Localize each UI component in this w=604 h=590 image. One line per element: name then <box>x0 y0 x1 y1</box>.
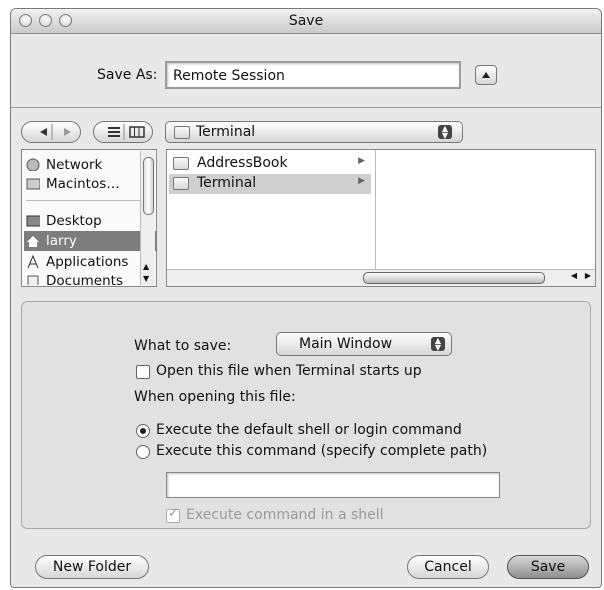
popup-stepper-icon: ▲ ▼ <box>431 337 445 352</box>
collapse-browser-button[interactable] <box>475 65 497 85</box>
sidebar-item-larry[interactable]: larry <box>24 231 157 251</box>
folder-icon <box>174 126 190 139</box>
radio-dot <box>140 428 146 434</box>
sidebar-item-applications[interactable]: Applications <box>24 252 128 272</box>
documents-icon <box>27 275 39 285</box>
popup-stepper-icon: ▲ ▼ <box>438 125 452 140</box>
title-bar: Save <box>11 9 601 34</box>
column-view-icon[interactable] <box>129 126 145 138</box>
open-on-start-label: Open this file when Terminal starts up <box>156 363 422 379</box>
folder-icon <box>173 177 189 190</box>
radio-default-shell-label: Execute the default shell or login comma… <box>156 422 462 438</box>
hard-disk-icon <box>26 178 40 190</box>
sidebar-item-label: Network <box>46 157 103 173</box>
applications-icon <box>27 255 39 268</box>
sidebar-item-desktop[interactable]: Desktop <box>24 211 102 231</box>
what-to-save-label: What to save: <box>134 338 232 354</box>
command-input[interactable] <box>166 472 500 498</box>
scroll-thumb[interactable] <box>143 157 154 215</box>
scroll-left-arrow-icon[interactable]: ◀ <box>571 271 577 280</box>
exec-in-shell-label: Execute command in a shell <box>186 507 384 523</box>
column-horizontal-scrollbar[interactable]: ◀ ▶ <box>167 269 595 286</box>
radio-execute-command[interactable] <box>136 445 150 459</box>
scroll-up-arrow-icon[interactable]: ▲ <box>143 262 149 271</box>
network-icon <box>26 158 40 171</box>
sidebar-scrollbar[interactable]: ▲ ▼ <box>140 151 155 285</box>
what-to-save-value: Main Window <box>299 336 393 352</box>
column-1: AddressBook ▶ Terminal ▶ <box>167 150 376 270</box>
back-arrow-icon[interactable] <box>40 128 47 136</box>
scroll-right-arrow-icon[interactable]: ▶ <box>585 271 591 280</box>
exec-in-shell-checkbox[interactable]: ✓ <box>166 506 180 523</box>
sidebar-item-documents[interactable]: Documents <box>24 271 123 285</box>
back-forward-control <box>21 121 81 143</box>
desktop-icon <box>26 215 40 227</box>
location-popup[interactable]: Terminal ▲ ▼ <box>165 121 463 143</box>
chevron-right-icon: ▶ <box>358 156 365 166</box>
new-folder-label: New Folder <box>52 559 132 575</box>
save-as-input[interactable]: Remote Session <box>165 61 461 89</box>
sidebar-item-network[interactable]: Network <box>24 155 102 175</box>
sidebar-item-label: Macintos… <box>46 176 120 192</box>
location-value: Terminal <box>196 124 256 140</box>
when-opening-label: When opening this file: <box>134 389 296 405</box>
column-browser: AddressBook ▶ Terminal ▶ ◀ ▶ <box>166 149 596 287</box>
save-dialog: Save Save As: Remote Session Terminal ▲ ▼… <box>10 8 602 588</box>
divider <box>11 107 601 108</box>
save-label: Save <box>530 559 566 575</box>
column-item-label: Terminal <box>197 175 257 191</box>
folder-icon <box>173 157 189 170</box>
home-icon <box>27 236 39 247</box>
chevron-right-icon: ▶ <box>358 176 365 186</box>
sidebar-item-label: larry <box>46 233 77 249</box>
options-panel: What to save: Main Window ▲ ▼ Open this f… <box>21 301 591 529</box>
triangle-up-icon <box>482 72 490 78</box>
radio-execute-command-label: Execute this command (specify complete p… <box>156 443 488 459</box>
cancel-label: Cancel <box>424 559 472 575</box>
sidebar: Network Macintos… Desktop larry Applicat… <box>21 149 157 287</box>
column-item-terminal[interactable]: Terminal ▶ <box>169 174 371 194</box>
save-as-value: Remote Session <box>173 68 285 84</box>
sidebar-item-label: Desktop <box>46 213 102 229</box>
sidebar-item-macintosh[interactable]: Macintos… <box>24 174 120 194</box>
sidebar-divider <box>26 200 142 201</box>
open-on-start-checkbox[interactable] <box>136 365 150 379</box>
forward-arrow-icon[interactable] <box>64 128 71 136</box>
cancel-button[interactable]: Cancel <box>407 555 489 579</box>
scroll-down-arrow-icon[interactable]: ▼ <box>143 274 149 283</box>
sidebar-item-label: Documents <box>46 273 123 285</box>
save-as-label: Save As: <box>97 67 158 83</box>
radio-default-shell[interactable] <box>136 424 150 438</box>
checkmark-icon: ✓ <box>168 506 179 521</box>
new-folder-button[interactable]: New Folder <box>35 555 149 579</box>
list-view-icon[interactable] <box>108 127 120 137</box>
what-to-save-popup[interactable]: Main Window ▲ ▼ <box>276 332 452 356</box>
column-item-label: AddressBook <box>197 155 288 171</box>
scroll-thumb[interactable] <box>363 272 545 284</box>
view-mode-control <box>93 121 153 143</box>
sidebar-item-label: Applications <box>46 254 129 270</box>
column-item-addressbook[interactable]: AddressBook ▶ <box>169 154 371 174</box>
save-button[interactable]: Save <box>507 555 589 579</box>
window-title: Save <box>288 13 324 29</box>
